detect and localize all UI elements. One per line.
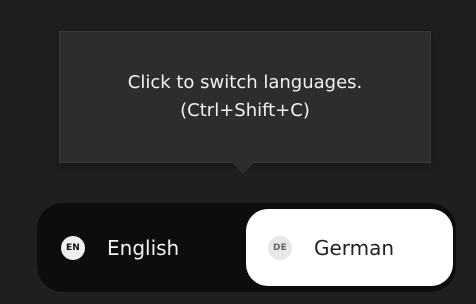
- tooltip-arrow: [231, 162, 255, 174]
- language-toggle: EN English DE German: [37, 203, 456, 292]
- de-badge-icon: DE: [268, 235, 292, 260]
- language-option-german[interactable]: DE German: [246, 209, 453, 286]
- language-option-english[interactable]: EN English: [43, 209, 241, 286]
- shortcut-tooltip: Click to switch languages. (Ctrl+Shift+C…: [59, 31, 431, 163]
- tooltip-line-2: (Ctrl+Shift+C): [180, 100, 310, 121]
- tooltip-line-1: Click to switch languages.: [127, 72, 363, 93]
- en-badge-icon: EN: [61, 235, 85, 260]
- language-option-label: German: [314, 235, 395, 260]
- stage: Click to switch languages. (Ctrl+Shift+C…: [0, 0, 476, 304]
- language-option-label: English: [107, 235, 180, 260]
